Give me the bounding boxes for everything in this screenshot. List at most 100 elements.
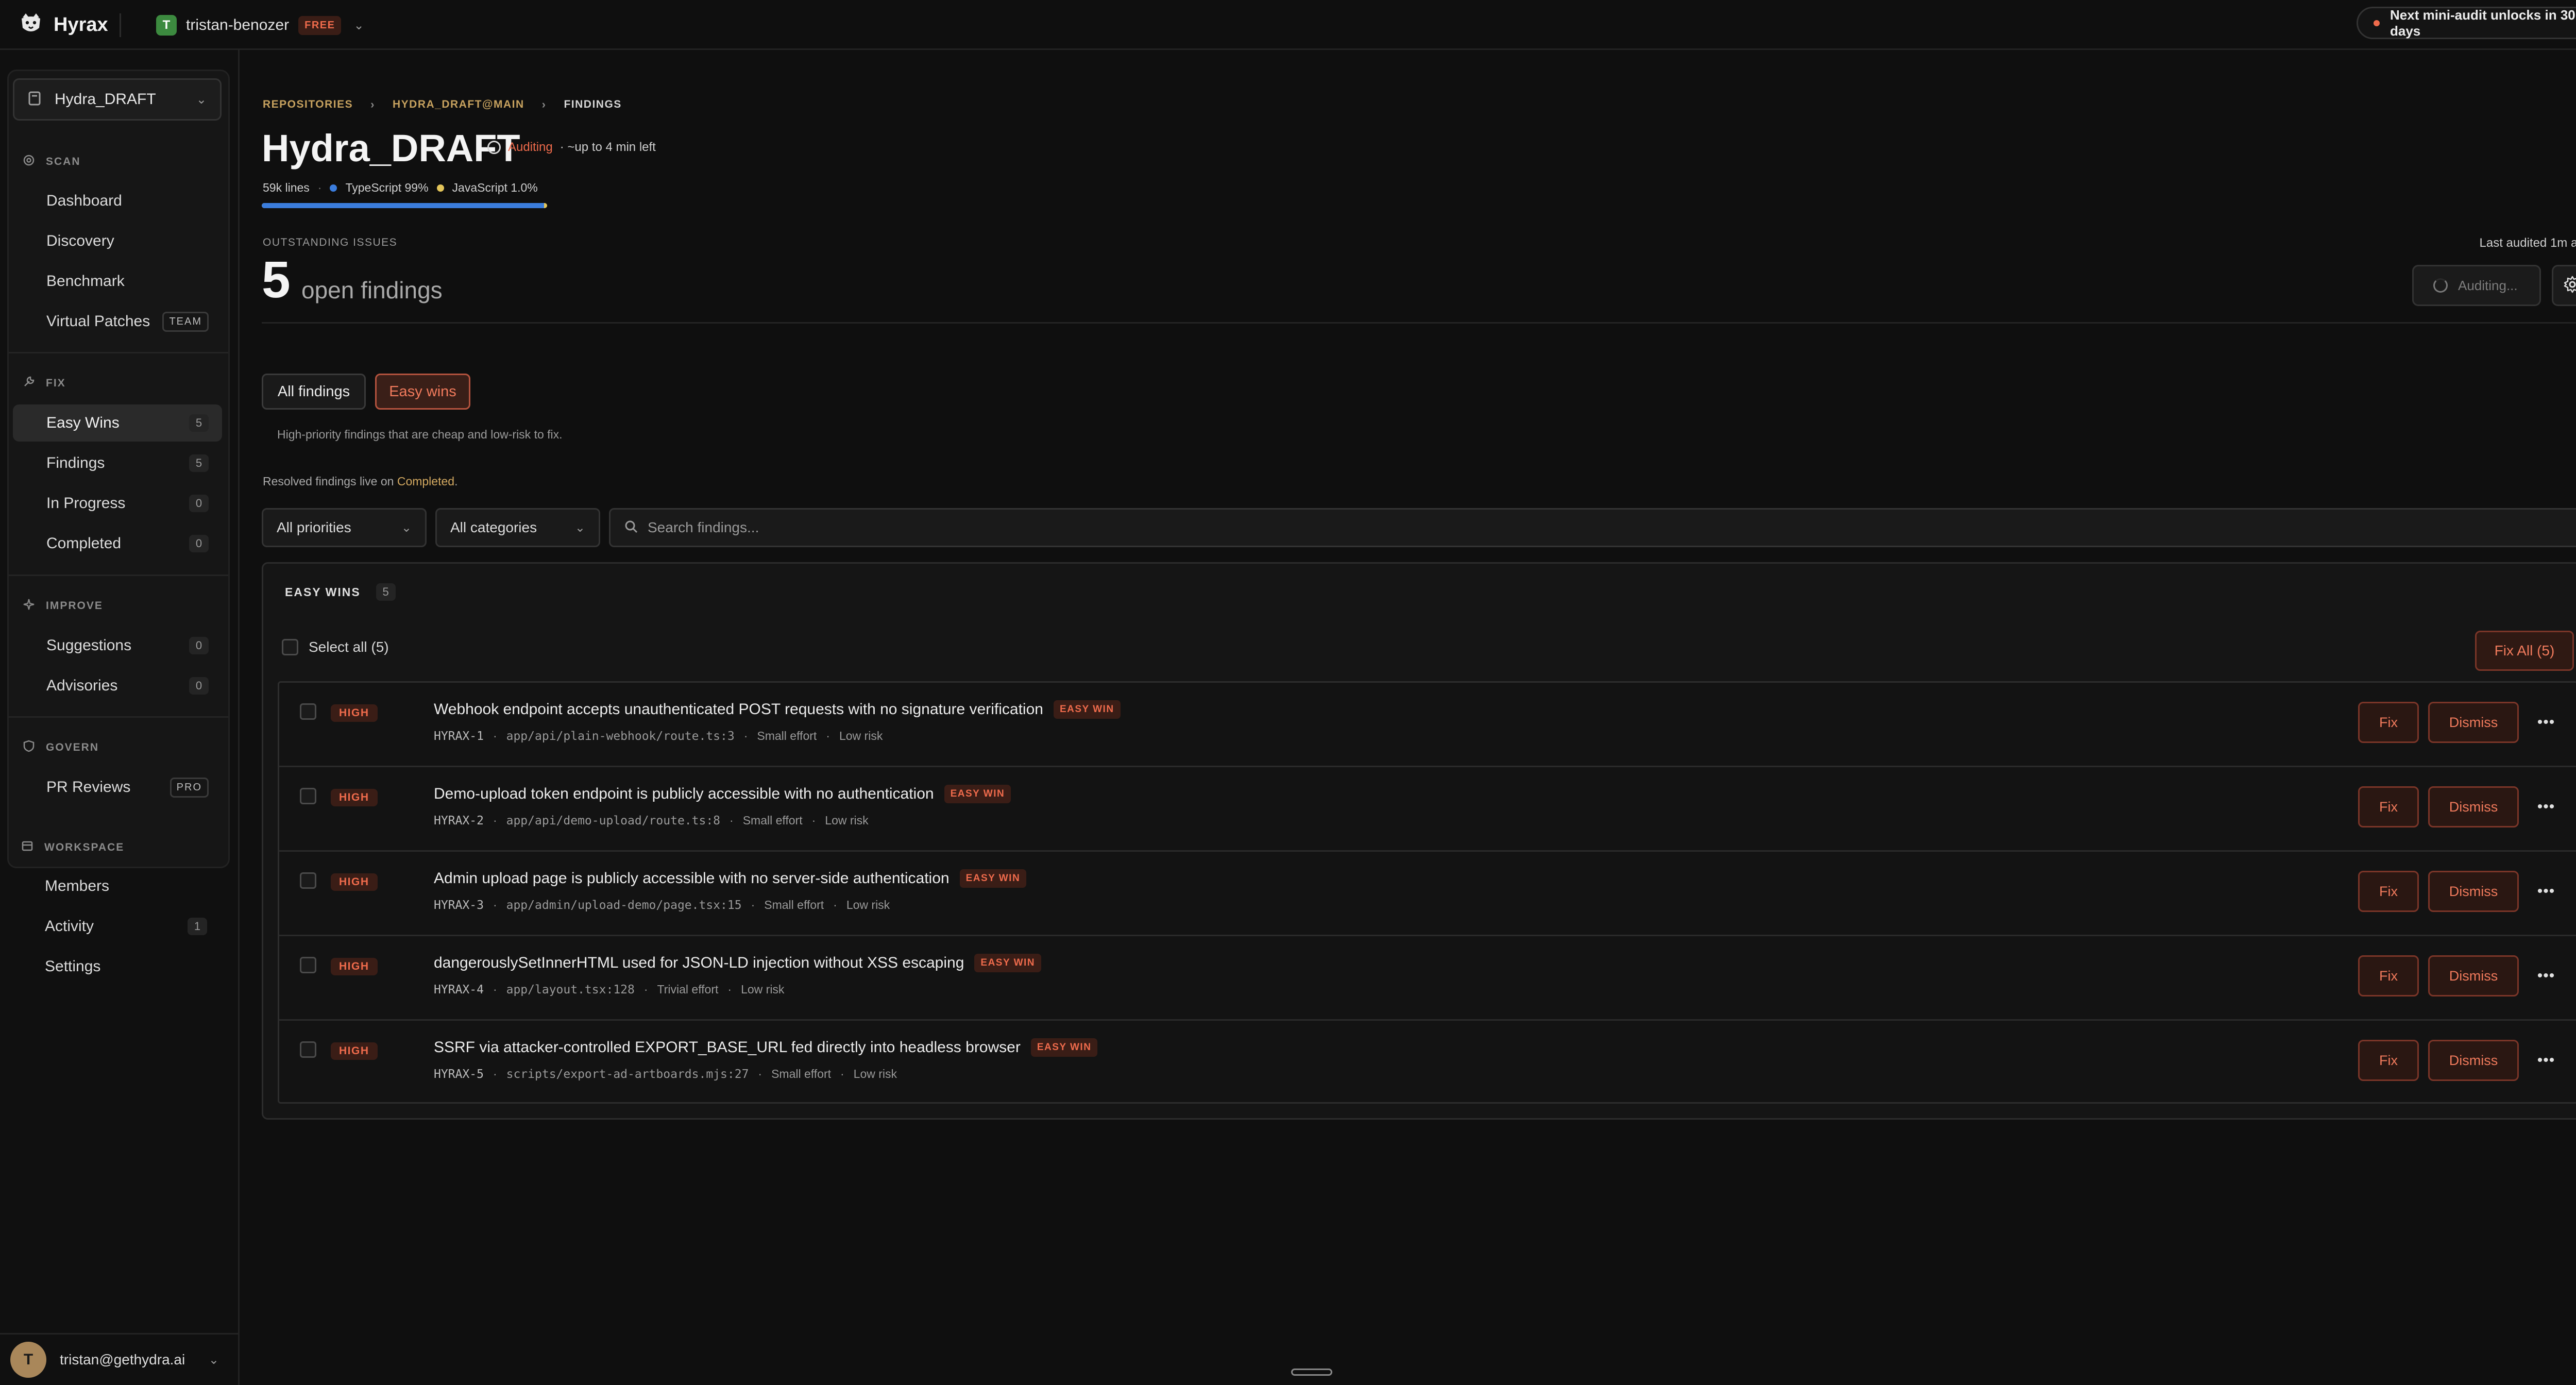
settings-button[interactable] [2552,265,2576,306]
typescript-dot-icon [330,184,337,192]
section-divider [9,352,228,353]
sidebar-item-activity[interactable]: Activity 1 [11,908,221,945]
separator-dot: · [758,1067,762,1080]
count-badge: 0 [189,495,209,512]
sidebar-item-suggestions[interactable]: Suggestions 0 [13,627,222,664]
dismiss-button[interactable]: Dismiss [2428,955,2519,996]
header-divider [262,322,2576,324]
more-options-icon[interactable]: ••• [2531,963,2562,989]
sidebar-item-label: Benchmark [46,273,125,290]
workspace-switcher[interactable]: T tristan-benozer FREE ⌄ [156,12,364,38]
finding-path[interactable]: app/api/demo-upload/route.ts:8 [506,814,720,827]
dismiss-button[interactable]: Dismiss [2428,702,2519,743]
fix-button[interactable]: Fix [2358,702,2419,743]
more-options-icon[interactable]: ••• [2531,794,2562,820]
sidebar-item-settings[interactable]: Settings [11,948,221,985]
sidebar-item-easy-wins[interactable]: Easy Wins 5 [13,404,222,442]
finding-effort: Small effort [742,814,803,827]
repo-selector[interactable]: Hydra_DRAFT ⌄ [13,78,222,121]
search-box[interactable] [609,508,2576,547]
workspace-name: tristan-benozer [186,16,290,33]
sidebar-item-benchmark[interactable]: Benchmark [13,263,222,300]
open-findings-text: open findings [301,277,443,303]
dismiss-button[interactable]: Dismiss [2428,786,2519,827]
fix-button[interactable]: Fix [2358,1040,2419,1081]
sidebar-item-pr-reviews[interactable]: PR Reviews PRO [13,769,222,806]
sidebar-item-completed[interactable]: Completed 0 [13,525,222,562]
finding-title[interactable]: Demo-upload token endpoint is publicly a… [434,785,934,803]
dismiss-button[interactable]: Dismiss [2428,871,2519,912]
sidebar-item-virtual-patches[interactable]: Virtual Patches TEAM [13,303,222,340]
sidebar-item-label: PR Reviews [46,779,131,796]
fix-button[interactable]: Fix [2358,786,2419,827]
finding-title[interactable]: SSRF via attacker-controlled EXPORT_BASE… [434,1039,1021,1056]
separator-dot: · [493,1067,497,1080]
category-filter[interactable]: All categories ⌄ [435,508,600,547]
section-divider [9,716,228,718]
finding-row[interactable]: HIGH SSRF via attacker-controlled EXPORT_… [279,1021,2576,1102]
finding-path[interactable]: app/admin/upload-demo/page.tsx:15 [506,899,742,912]
priority-filter[interactable]: All priorities ⌄ [262,508,427,547]
finding-row[interactable]: HIGH Admin upload page is publicly access… [279,852,2576,936]
sidebar-item-members[interactable]: Members [11,868,221,905]
select-all-checkbox[interactable] [282,639,298,655]
sidebar-item-label: Activity [45,918,94,935]
finding-row[interactable]: HIGH Demo-upload token endpoint is public… [279,767,2576,852]
repo-meta: 59k lines · TypeScript 99% JavaScript 1.… [263,181,538,195]
sidebar-item-discovery[interactable]: Discovery [13,223,222,260]
top-bar: Hyrax T tristan-benozer FREE ⌄ Next mini… [0,0,2576,50]
tab-description: High-priority findings that are cheap an… [277,428,563,441]
brand[interactable]: Hyrax [19,11,108,38]
scroll-handle[interactable] [1291,1369,1332,1376]
tab-easy-wins[interactable]: Easy wins [375,374,470,410]
audit-button[interactable]: Auditing... [2412,265,2541,306]
finding-path[interactable]: app/layout.tsx:128 [506,983,635,996]
completed-link[interactable]: Completed [397,475,454,488]
finding-id: HYRAX-4 [434,983,484,996]
finding-checkbox[interactable] [300,703,316,720]
fix-all-button[interactable]: Fix All (5) [2475,631,2574,671]
severity-badge: HIGH [331,789,378,806]
fix-button[interactable]: Fix [2358,955,2419,996]
finding-row[interactable]: HIGH dangerouslySetInnerHTML used for JSO… [279,936,2576,1021]
sidebar-item-findings[interactable]: Findings 5 [13,445,222,482]
finding-checkbox[interactable] [300,788,316,804]
finding-title[interactable]: Admin upload page is publicly accessible… [434,870,950,887]
finding-row[interactable]: HIGH Webhook endpoint accepts unauthentic… [279,683,2576,767]
sidebar-item-in-progress[interactable]: In Progress 0 [13,485,222,522]
dismiss-button[interactable]: Dismiss [2428,1040,2519,1081]
last-audited: Last audited 1m ago [2479,236,2576,250]
audit-unlock-notice[interactable]: Next mini-audit unlocks in 30 days [2357,7,2576,39]
separator-dot: · [727,983,732,996]
breadcrumb-repo[interactable]: HYDRA_DRAFT@MAIN [393,98,524,111]
search-icon [624,519,638,536]
more-options-icon[interactable]: ••• [2531,710,2562,735]
finding-path[interactable]: app/api/plain-webhook/route.ts:3 [506,730,735,743]
shield-icon [22,739,36,756]
sidebar-item-advisories[interactable]: Advisories 0 [13,667,222,704]
workspace-icon [21,839,34,856]
category-filter-label: All categories [450,519,537,535]
finding-id: HYRAX-5 [434,1067,484,1081]
finding-checkbox[interactable] [300,872,316,889]
separator-dot: · [493,898,497,911]
finding-path[interactable]: scripts/export-ad-artboards.mjs:27 [506,1068,749,1081]
sidebar-item-dashboard[interactable]: Dashboard [13,182,222,219]
finding-title[interactable]: dangerouslySetInnerHTML used for JSON-LD… [434,954,964,972]
finding-risk: Low risk [846,898,890,911]
user-menu[interactable]: T tristan@gethydra.ai ⌄ [0,1333,240,1385]
select-all[interactable]: Select all (5) [282,639,389,655]
easy-win-badge: EASY WIN [974,954,1042,972]
more-options-icon[interactable]: ••• [2531,879,2562,904]
breadcrumb-repositories[interactable]: REPOSITORIES [263,98,353,111]
search-input[interactable] [647,519,2553,536]
finding-title[interactable]: Webhook endpoint accepts unauthenticated… [434,701,1043,718]
fix-button[interactable]: Fix [2358,871,2419,912]
panel-header: EASY WINS 5 [285,583,396,601]
more-options-icon[interactable]: ••• [2531,1048,2562,1073]
finding-effort: Small effort [757,729,817,742]
gear-icon [2563,275,2576,296]
finding-checkbox[interactable] [300,1041,316,1058]
finding-checkbox[interactable] [300,957,316,973]
tab-all-findings[interactable]: All findings [262,374,366,410]
